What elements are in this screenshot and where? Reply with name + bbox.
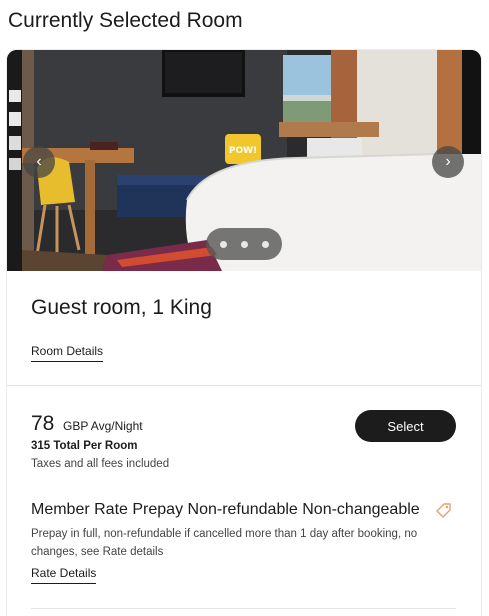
tag-icon: [436, 503, 451, 518]
divider: [31, 608, 456, 609]
room-card: POW! ‹ › Guest room, 1 King Room Details…: [7, 50, 481, 616]
divider: [7, 385, 481, 386]
rate-details-link[interactable]: Rate Details: [31, 566, 97, 584]
room-details-link[interactable]: Room Details: [31, 344, 104, 362]
carousel-dot[interactable]: [240, 240, 248, 248]
chevron-left-icon: ‹: [36, 153, 42, 170]
rate-unit: GBP Avg/Night: [63, 419, 143, 433]
carousel-pagination: [206, 228, 282, 260]
carousel-next-button[interactable]: ›: [432, 146, 464, 178]
rate-amount: 78: [31, 412, 55, 435]
room-name: Guest room, 1 King: [31, 296, 212, 319]
room-photo-carousel[interactable]: POW! ‹ ›: [7, 50, 481, 271]
select-button[interactable]: Select: [355, 410, 456, 442]
rate-plan-title: Member Rate Prepay Non-refundable Non-ch…: [31, 501, 420, 518]
carousel-dot[interactable]: [219, 240, 227, 248]
page-title: Currently Selected Room: [8, 9, 243, 32]
total-per-room: 315 Total Per Room: [31, 440, 138, 452]
carousel-prev-button[interactable]: ‹: [23, 146, 55, 178]
svg-text:POW!: POW!: [229, 146, 257, 156]
carousel-dot[interactable]: [261, 240, 269, 248]
rate-plan-description: Prepay in full, non-refundable if cancel…: [31, 528, 418, 558]
taxes-note: Taxes and all fees included: [31, 458, 170, 470]
chevron-right-icon: ›: [445, 153, 451, 170]
